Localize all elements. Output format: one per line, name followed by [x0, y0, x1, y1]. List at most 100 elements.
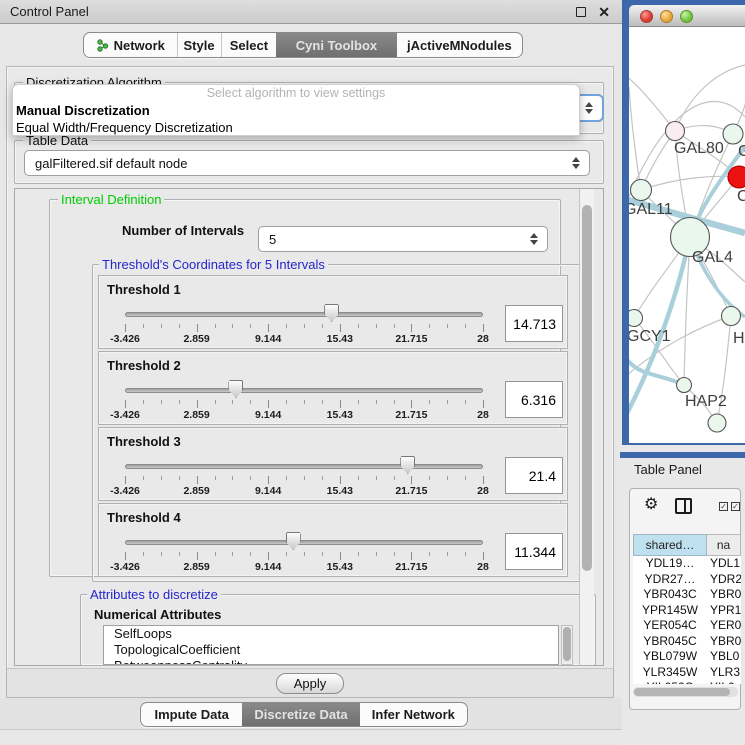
network-node[interactable]	[723, 124, 743, 144]
node-label: GAL11	[629, 201, 673, 218]
tab-select[interactable]: Select	[221, 33, 277, 57]
threshold-row: Threshold 4 -3.4262.8599.14415.4321.7152…	[98, 503, 568, 577]
threshold-value-field[interactable]: 21.4	[505, 457, 563, 494]
tab-impute-data[interactable]: Impute Data	[141, 703, 242, 726]
column-header-name[interactable]: na	[707, 534, 741, 556]
table-row[interactable]: YIL052CYIL0	[633, 680, 741, 684]
threshold-slider[interactable]	[125, 532, 483, 550]
table-row[interactable]: YBR045CYBR0	[633, 634, 741, 650]
tab-jactivemnodules[interactable]: jActiveMNodules	[397, 33, 522, 57]
slider-thumb[interactable]	[324, 304, 339, 322]
screen: Control Panel ✕ Network Style Select Cyn…	[0, 0, 745, 745]
table-panel-area: Table Panel ⚙ ✓ ✓ shared… na YDL19…YDL1Y…	[622, 445, 745, 745]
tab-network-label: Network	[114, 38, 165, 53]
control-panel-tabbar: Network Style Select Cyni Toolbox jActiv…	[83, 32, 523, 58]
threshold-list: Threshold 1 -3.4262.8599.14415.4321.7152…	[93, 275, 568, 579]
threshold-row: Threshold 2 -3.4262.8599.14415.4321.7152…	[98, 351, 568, 425]
slider-ticks	[125, 476, 483, 485]
network-node[interactable]	[666, 122, 685, 141]
slider-thumb[interactable]	[228, 380, 243, 398]
cyni-mode-tabbar: Impute Data Discretize Data Infer Networ…	[140, 702, 468, 727]
close-panel-icon[interactable]: ✕	[598, 2, 610, 22]
threshold-slider[interactable]	[125, 380, 483, 398]
number-of-intervals-label: Number of Intervals	[122, 223, 244, 238]
column-header-shared-name[interactable]: shared…	[633, 534, 707, 556]
slider-track[interactable]	[125, 540, 483, 545]
slider-ticks	[125, 400, 483, 409]
table-row[interactable]: YER054CYER0	[633, 618, 741, 634]
slider-thumb[interactable]	[400, 456, 415, 474]
number-of-intervals-combobox[interactable]: 5	[258, 226, 548, 252]
tab-cyni-toolbox[interactable]: Cyni Toolbox	[276, 33, 396, 57]
threshold-label: Threshold 2	[107, 358, 181, 373]
threshold-value-field[interactable]: 14.713	[505, 305, 563, 342]
network-canvas[interactable]: GAL80GACGAL11GAL4GCY1HHAP2	[629, 27, 745, 443]
network-view-window: GAL80GACGAL11GAL4GCY1HHAP2	[622, 0, 745, 445]
table-row[interactable]: YBR043CYBR0	[633, 587, 741, 603]
threshold-value-field[interactable]: 11.344	[505, 533, 563, 570]
threshold-slider[interactable]	[125, 456, 483, 474]
tab-infer-network[interactable]: Infer Network	[360, 703, 467, 726]
gear-icon[interactable]: ⚙	[644, 497, 658, 513]
attributes-group-label: Attributes to discretize	[87, 587, 221, 602]
float-window-icon[interactable]	[576, 7, 586, 17]
slider-thumb[interactable]	[286, 532, 301, 550]
checkbox-icon[interactable]: ✓	[731, 502, 740, 511]
tab-network[interactable]: Network	[84, 33, 177, 57]
slider-track[interactable]	[125, 464, 483, 469]
table-panel-accent-bar	[620, 452, 745, 458]
tab-style[interactable]: Style	[177, 33, 221, 57]
settings-vertical-scrollbar[interactable]	[579, 189, 594, 665]
network-node[interactable]	[708, 414, 726, 432]
minimize-window-icon[interactable]	[660, 10, 673, 23]
slider-track[interactable]	[125, 388, 483, 393]
popup-option-equal-width[interactable]: Equal Width/Frequency Discretization	[13, 119, 579, 136]
split-columns-icon[interactable]	[675, 498, 692, 514]
interval-definition-group: Interval Definition Number of Intervals …	[49, 199, 561, 577]
algorithm-dropdown-popup: Select algorithm to view settings Manual…	[12, 84, 580, 136]
node-label: GAL80	[674, 140, 724, 157]
thresholds-group-label: Threshold's Coordinates for 5 Intervals	[99, 257, 328, 272]
attribute-list-item[interactable]: TopologicalCoefficient	[104, 642, 558, 658]
table-horizontal-scrollbar[interactable]	[633, 687, 738, 697]
network-node[interactable]	[722, 307, 741, 326]
network-node[interactable]	[629, 310, 643, 327]
table-row[interactable]: YPR145WYPR1	[633, 603, 741, 619]
network-node[interactable]	[677, 378, 692, 393]
scrollbar-thumb[interactable]	[582, 205, 592, 571]
attribute-list-item[interactable]: BetweennessCentrality	[104, 658, 558, 665]
network-window-titlebar[interactable]	[629, 5, 745, 27]
node-label: H	[733, 330, 745, 347]
slider-tick-labels: -3.4262.8599.14415.4321.71528	[125, 485, 483, 497]
apply-button[interactable]: Apply	[276, 673, 344, 694]
network-edge[interactable]	[629, 75, 675, 131]
table-row[interactable]: YDR27…YDR2	[633, 572, 741, 588]
close-window-icon[interactable]	[640, 10, 653, 23]
slider-track[interactable]	[125, 312, 483, 317]
attribute-list-item[interactable]: SelfLoops	[104, 626, 558, 642]
threshold-value-field[interactable]: 6.316	[505, 381, 563, 418]
attributes-list-scrollbar[interactable]	[561, 625, 573, 665]
numerical-attributes-list[interactable]: SelfLoopsTopologicalCoefficientBetweenne…	[103, 625, 559, 665]
network-node[interactable]	[631, 180, 652, 201]
zoom-window-icon[interactable]	[680, 10, 693, 23]
threshold-label: Threshold 1	[107, 282, 181, 297]
network-node[interactable]	[728, 166, 745, 188]
checkbox-icon[interactable]: ✓	[719, 502, 728, 511]
network-edge[interactable]	[641, 176, 739, 190]
table-row[interactable]: YDL19…YDL1	[633, 556, 741, 572]
network-edge[interactable]	[629, 316, 731, 377]
node-label: GA	[738, 143, 745, 160]
network-edge[interactable]	[629, 357, 684, 385]
interval-definition-label: Interval Definition	[58, 192, 164, 207]
threshold-slider[interactable]	[125, 304, 483, 322]
slider-tick-labels: -3.4262.8599.14415.4321.71528	[125, 409, 483, 421]
network-icon	[96, 39, 109, 52]
popup-option-manual[interactable]: Manual Discretization	[13, 102, 579, 119]
tab-discretize-data[interactable]: Discretize Data	[242, 703, 359, 726]
table-row[interactable]: YLR345WYLR3	[633, 665, 741, 681]
network-edge[interactable]	[675, 65, 745, 131]
table-data-combobox[interactable]: galFiltered.sif default node	[24, 150, 590, 176]
scrollbar-thumb[interactable]	[634, 688, 730, 696]
table-row[interactable]: YBL079WYBL0	[633, 649, 741, 665]
